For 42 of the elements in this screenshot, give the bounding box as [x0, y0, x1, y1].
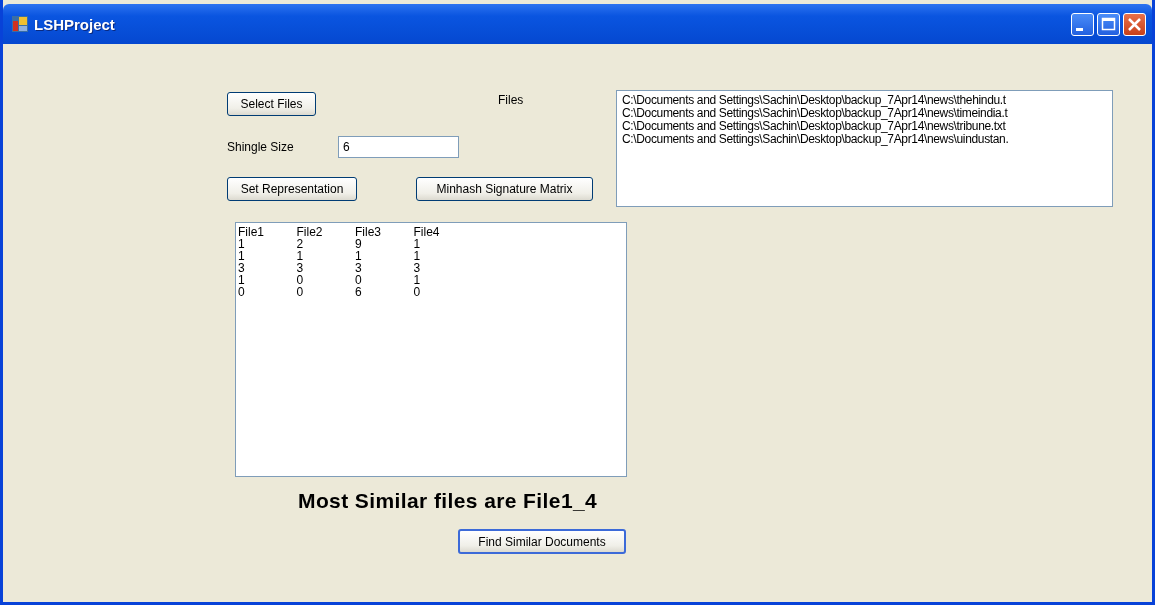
matrix-cell: 0: [355, 274, 414, 286]
window-title: LSHProject: [34, 15, 116, 33]
matrix-cell-text: 3: [413, 262, 422, 274]
matrix-cell: 0: [296, 274, 355, 286]
column-header: File2: [296, 226, 355, 238]
matrix-cell-text: 1: [238, 238, 246, 250]
matrix-cell: 9: [355, 238, 414, 250]
file-path-item[interactable]: C:\Documents and Settings\Sachin\Desktop\backup_7Apr14\news\tribune.txt: [622, 120, 1006, 133]
matrix-cell-text: 0: [413, 286, 422, 298]
matrix-cell-text: 1: [413, 238, 422, 250]
matrix-cell: 1: [355, 250, 414, 262]
maximize-button[interactable]: [1097, 12, 1120, 36]
find-similar-button[interactable]: Find Similar Documents: [458, 529, 626, 554]
shingle-size-field[interactable]: 6: [338, 136, 459, 158]
matrix-cell: 2: [296, 238, 355, 250]
column-header: File3: [355, 226, 414, 238]
matrix-cell: 3: [355, 262, 414, 274]
minhash-button[interactable]: Minhash Signature Matrix: [416, 177, 593, 201]
file-path-item[interactable]: C:\Documents and Settings\Sachin\Desktop\backup_7Apr14\news\timeindia.t: [622, 107, 1008, 120]
matrix-cell-text: 1: [413, 274, 422, 286]
matrix-cell-text: 0: [238, 286, 246, 298]
matrix-cell-text: 1: [238, 250, 246, 262]
set-representation-button[interactable]: Set Representation: [227, 177, 357, 201]
minimize-button[interactable]: [1071, 12, 1094, 36]
close-button[interactable]: [1123, 12, 1146, 36]
matrix-cell-text: 3: [238, 262, 246, 274]
shingle-size-label: Shingle Size: [227, 140, 295, 154]
matrix-cell: 1: [296, 250, 355, 262]
column-header: File1: [238, 226, 265, 238]
result-text: Most Similar files are File1_4: [298, 489, 598, 513]
matrix-cell-text: 1: [413, 250, 422, 262]
matrix-cell: 6: [355, 286, 414, 298]
file-path-item[interactable]: C:\Documents and Settings\Sachin\Desktop\backup_7Apr14\news\thehindu.t: [622, 94, 1006, 107]
app-icon: [12, 16, 28, 32]
matrix-cell: 3: [296, 262, 355, 274]
matrix-cell-text: 1: [238, 274, 246, 286]
file-path-item[interactable]: C:\Documents and Settings\Sachin\Desktop\backup_7Apr14\news\uindustan.: [622, 133, 1009, 146]
matrix-cell: 0: [296, 286, 355, 298]
minimize-icon: [1076, 27, 1083, 31]
select-files-button[interactable]: Select Files: [227, 92, 316, 116]
files-label: Files: [498, 93, 524, 107]
column-header: File4: [413, 226, 441, 238]
